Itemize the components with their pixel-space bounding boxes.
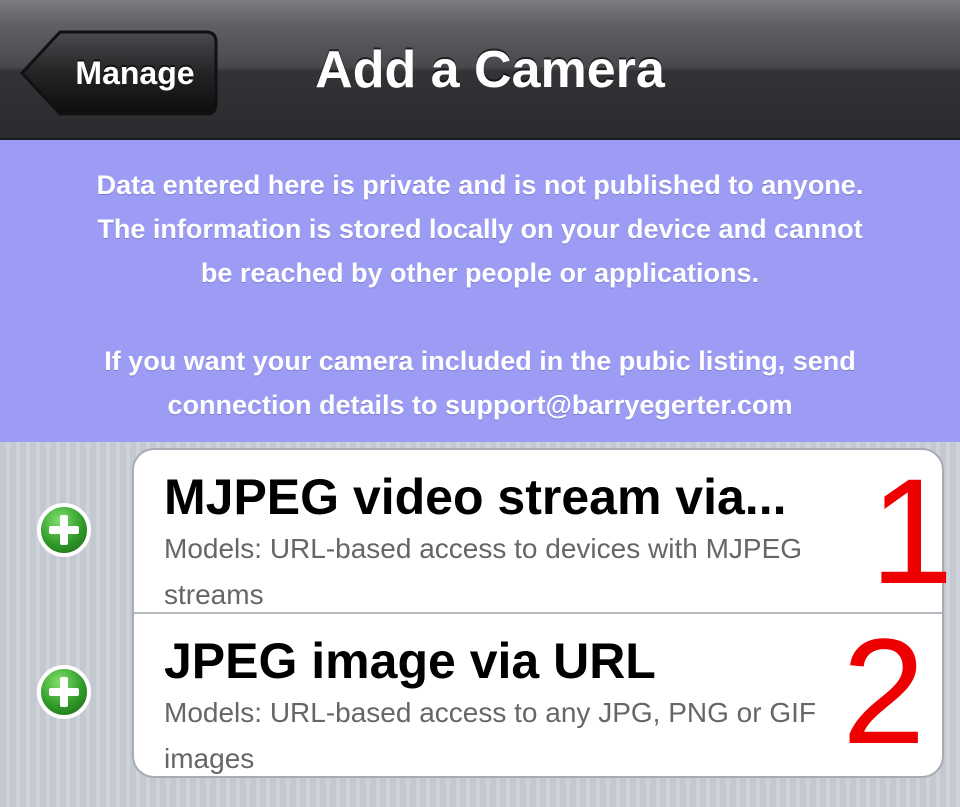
info-line-2: The information is stored locally on you… (97, 214, 863, 244)
row-subtitle: Models: URL-based access to any JPG, PNG… (164, 697, 817, 774)
manage-back-button[interactable]: Manage (20, 28, 220, 118)
page-title: Add a Camera (315, 41, 665, 99)
row-title: MJPEG video stream via... (164, 469, 787, 525)
info-line-3: be reached by other people or applicatio… (200, 258, 760, 288)
camera-type-list: MJPEG video stream via... Models: URL-ba… (132, 448, 944, 778)
add-plus-icon (37, 503, 91, 557)
privacy-info-banner: Data entered here is private and is not … (0, 140, 960, 442)
info-line-1: Data entered here is private and is not … (96, 170, 864, 200)
row-subtitle: Models: URL-based access to devices with… (164, 533, 803, 610)
annotation-number-2: 2 (842, 607, 926, 775)
list-item-jpeg[interactable]: JPEG image via URL Models: URL-based acc… (134, 614, 942, 776)
add-icon[interactable] (36, 502, 92, 558)
info-line-4: If you want your camera included in the … (104, 346, 856, 376)
add-camera-screen: Manage Add a Camera Data entered here is… (0, 0, 960, 807)
list-item-mjpeg[interactable]: MJPEG video stream via... Models: URL-ba… (134, 450, 942, 612)
add-icon[interactable] (36, 664, 92, 720)
back-button-label: Manage (75, 55, 195, 91)
navigation-bar: Manage Add a Camera (0, 0, 960, 140)
row-title: JPEG image via URL (164, 633, 656, 689)
info-line-5: connection details to support@barryegert… (167, 390, 793, 420)
add-plus-icon (37, 665, 91, 719)
annotation-number-1: 1 (870, 447, 954, 615)
